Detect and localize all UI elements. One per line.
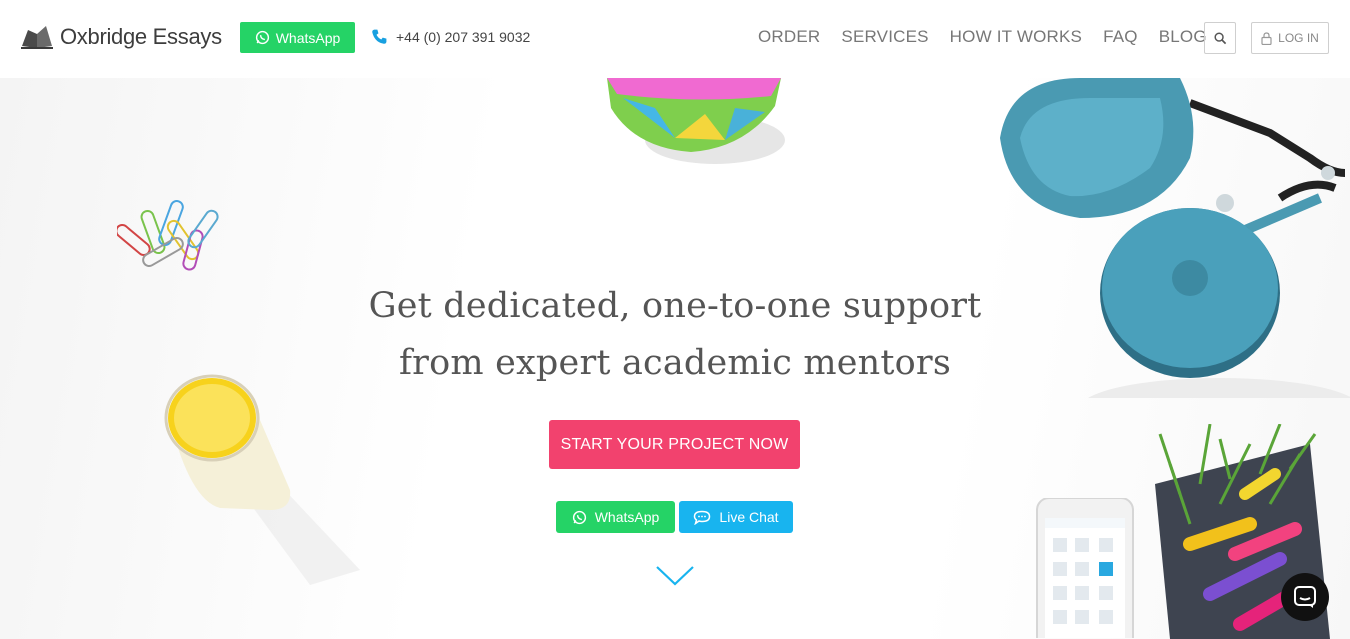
login-button[interactable]: LOG IN [1251,22,1329,54]
hero-headline-line1: Get dedicated, one-to-one support [368,286,982,326]
login-label: LOG IN [1278,31,1319,45]
hero-whatsapp-button[interactable]: WhatsApp [556,501,675,533]
nav-item-how-it-works[interactable]: HOW IT WORKS [950,27,1082,47]
sticky-note-cube-image [607,78,785,164]
phone-icon [372,29,387,44]
smartphone-image [1036,498,1134,638]
search-icon [1213,31,1226,44]
nav-item-services[interactable]: SERVICES [841,27,928,47]
paper-clips-image [117,200,219,271]
live-chat-label: Live Chat [719,509,779,525]
main-nav: ORDER SERVICES HOW IT WORKS FAQ BLOG [758,27,1228,47]
site-header: Oxbridge Essays WhatsApp +44 (0) 207 391… [0,0,1350,78]
header-whatsapp-button[interactable]: WhatsApp [240,22,355,53]
chat-bubble-icon [694,510,711,525]
hero-headline-line2: from expert academic mentors [399,343,951,383]
intercom-chat-icon [1294,586,1316,608]
lock-icon [1261,31,1272,45]
start-project-button[interactable]: START YOUR PROJECT NOW [549,420,800,469]
search-button[interactable] [1204,22,1236,54]
open-book-logo-icon [21,26,53,49]
logo[interactable]: Oxbridge Essays [20,24,222,50]
whatsapp-icon [572,510,586,524]
nav-item-blog[interactable]: BLOG [1159,27,1207,47]
juice-glass-image [164,374,360,585]
header-whatsapp-label: WhatsApp [275,29,341,46]
hero-section: Get dedicated, one-to-one support from e… [0,78,1350,639]
nav-item-order[interactable]: ORDER [758,27,820,47]
floating-chat-button[interactable] [1281,573,1329,621]
phone-link[interactable]: +44 (0) 207 391 9032 [371,28,530,45]
nav-item-faq[interactable]: FAQ [1103,27,1138,47]
live-chat-button[interactable]: Live Chat [679,501,793,533]
phone-number: +44 (0) 207 391 9032 [396,28,531,45]
hero-whatsapp-label: WhatsApp [594,509,660,525]
whatsapp-icon [255,30,269,45]
chevron-down-icon[interactable] [655,565,695,587]
brand-name: Oxbridge Essays [60,24,222,49]
